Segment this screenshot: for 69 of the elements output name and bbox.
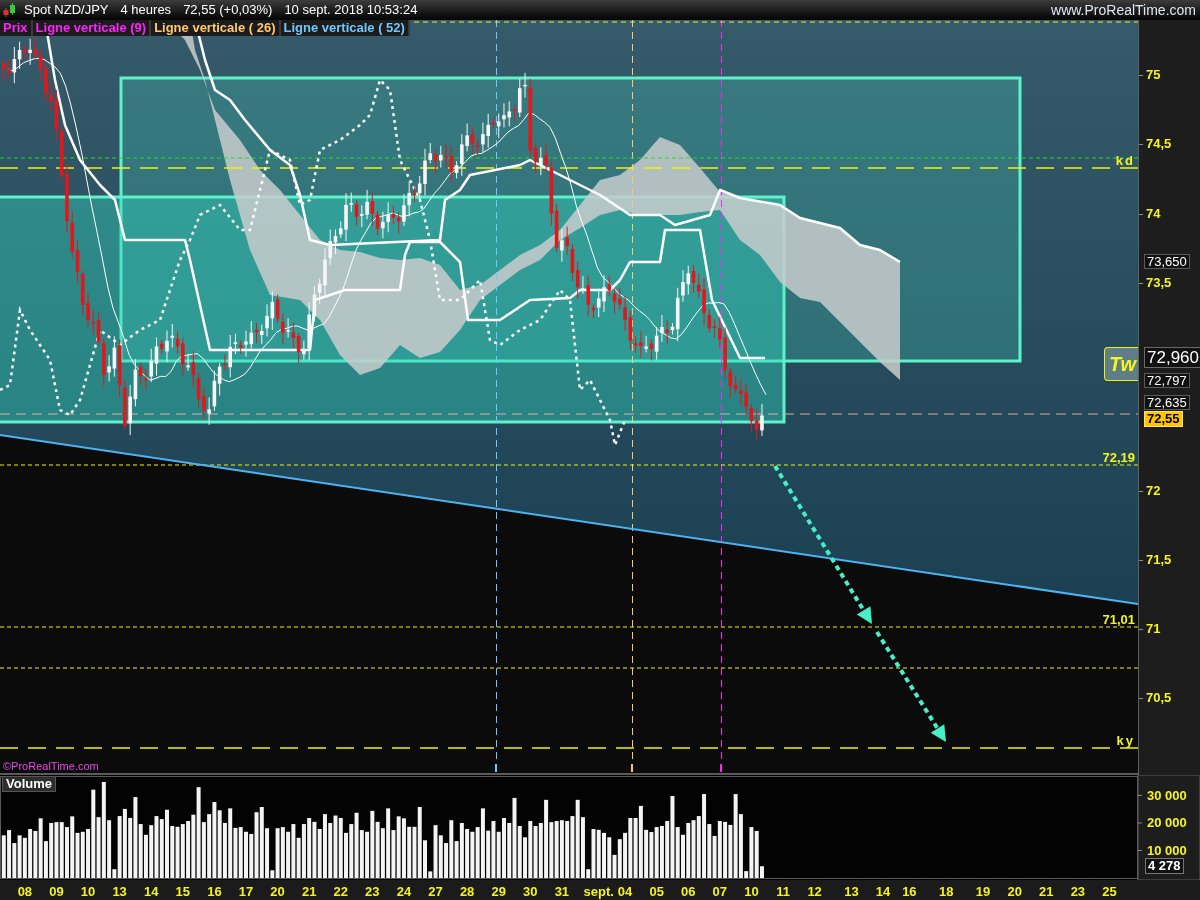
axis-tick-label: 72 (1146, 483, 1161, 498)
time-axis-label: 10 (80, 883, 96, 899)
time-axis-label: 15 (175, 883, 191, 899)
axis-tick-label: 10 000 (1147, 843, 1187, 858)
level-label: 71,01 (1102, 612, 1135, 627)
legend-item: Ligne verticale ( 26) (151, 20, 281, 36)
time-axis-label: 06 (681, 883, 696, 899)
symbol-label: Spot NZD/JPY (24, 1, 109, 20)
timeframe-label: 4 heures (120, 1, 172, 20)
time-axis-label: 22 (333, 883, 348, 899)
time-axis-label: 23 (365, 883, 380, 899)
axis-tick-label: 74 (1146, 206, 1161, 221)
time-axis-label: 25 (1102, 883, 1117, 899)
level-label: ky (1116, 733, 1135, 748)
axis-tick-label: 74,5 (1146, 137, 1172, 152)
time-axis-label: 29 (491, 883, 506, 899)
copyright-text: ©ProRealTime.com (3, 760, 99, 772)
time-axis-label: 19 (975, 883, 991, 899)
axis-tick-label: 30 000 (1147, 787, 1187, 803)
time-axis-label: 18 (939, 883, 954, 899)
annotation-label: Tw (1104, 347, 1138, 381)
price-tag: 72,797 (1144, 372, 1190, 388)
time-axis-label: 13 (844, 883, 859, 899)
time-axis-label: 14 (144, 883, 159, 899)
time-axis-label: sept. (583, 883, 614, 899)
price-tag: 73,650 (1144, 254, 1190, 270)
level-label: kd (1115, 153, 1135, 168)
time-axis-label: 07 (712, 883, 728, 899)
time-axis-label: 20 (1007, 883, 1022, 899)
time-axis-label: 10 (744, 883, 759, 899)
price-tag: 72,55 (1144, 411, 1183, 428)
time-axis-label: 23 (1070, 883, 1086, 899)
axis-tick-label: 75 (1146, 68, 1161, 82)
time-axis-label: 30 (523, 883, 538, 899)
axis-tick-label: 70,5 (1146, 691, 1172, 706)
time-axis-label: 24 (396, 883, 412, 899)
time-axis-label: 17 (238, 883, 254, 899)
legend-item: Ligne verticale (9) (32, 20, 152, 36)
time-axis-label: 20 (270, 883, 285, 899)
legend-item: Ligne verticale ( 52) (280, 20, 410, 36)
chart-title: Volume (2, 776, 56, 792)
axis-tick-label: 71 (1146, 622, 1161, 636)
price-change-label: 72,55 (+0,03%) (183, 1, 273, 20)
website-label: www.ProRealTime.com (1051, 0, 1196, 20)
axis-tick-label: 20 000 (1147, 815, 1187, 831)
volume-tag: 4 278 (1145, 858, 1184, 875)
time-axis-label: 08 (17, 883, 33, 899)
time-axis-label: 21 (1039, 883, 1054, 899)
time-axis-label: 16 (902, 883, 917, 899)
axis-tick-label: 71,5 (1146, 552, 1172, 567)
axis-tick-label: 73,5 (1146, 275, 1172, 290)
time-axis-label: 05 (649, 883, 664, 899)
time-axis-label: 21 (301, 883, 317, 899)
time-axis-label: 27 (428, 883, 443, 899)
time-axis-label: 11 (776, 883, 790, 899)
time-axis-label: 04 (617, 883, 633, 899)
legend-item: Prix (0, 20, 33, 36)
datetime-label: 10 sept. 2018 10:53:24 (284, 1, 418, 20)
time-axis-label: 12 (807, 883, 822, 899)
time-axis-label: 16 (207, 883, 222, 899)
time-axis-label: 28 (459, 883, 475, 899)
price-tag: 72,960 (1144, 347, 1200, 369)
time-axis-label: 09 (49, 883, 64, 899)
time-axis-label: 14 (875, 883, 891, 899)
level-label: 72,19 (1102, 450, 1135, 465)
time-axis-label: 13 (112, 883, 127, 899)
price-tag: 72,635 (1144, 395, 1190, 411)
candlestick-icon (3, 2, 16, 18)
time-axis-label: 31 (554, 883, 570, 899)
